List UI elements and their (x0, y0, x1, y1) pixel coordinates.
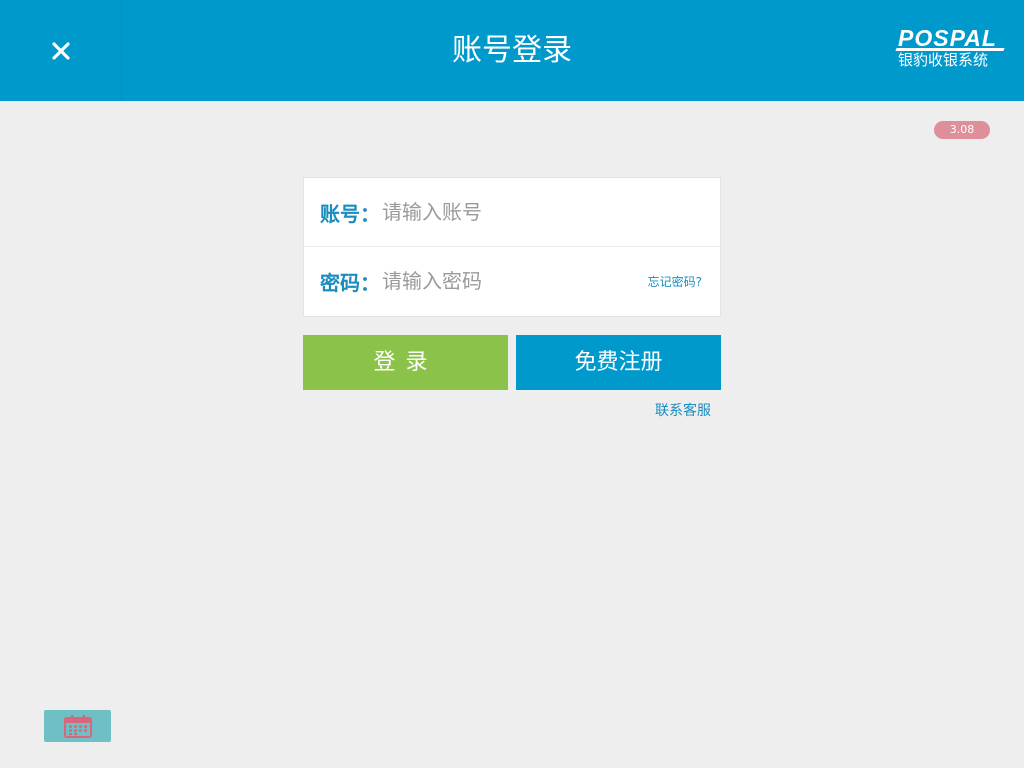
calendar-icon (63, 715, 92, 738)
login-form: 账号： 密码： 忘记密码? (303, 177, 721, 317)
password-row: 密码： 忘记密码? (304, 247, 720, 315)
page-title: 账号登录 (452, 33, 572, 68)
account-row: 账号： (304, 178, 720, 247)
pospal-logo: POSPAL 银豹收银系统 (895, 25, 1008, 70)
password-input[interactable] (382, 269, 602, 293)
version-badge: 3.08 (934, 121, 990, 139)
logo-brand: POSPAL (898, 25, 997, 51)
login-button[interactable]: 登录 (303, 335, 508, 390)
contact-support-link[interactable]: 联系客服 (655, 400, 711, 420)
forgot-password-link[interactable]: 忘记密码? (648, 273, 702, 290)
account-input[interactable] (382, 200, 632, 224)
account-label: 账号： (320, 201, 380, 226)
calendar-button[interactable] (44, 710, 111, 742)
register-button[interactable]: 免费注册 (516, 335, 721, 390)
close-button[interactable] (0, 0, 122, 101)
close-icon (51, 41, 70, 60)
logo-subtitle: 银豹收银系统 (898, 51, 989, 69)
password-label: 密码： (320, 270, 380, 295)
header-bar: 账号登录 POSPAL 银豹收银系统 (0, 0, 1024, 101)
